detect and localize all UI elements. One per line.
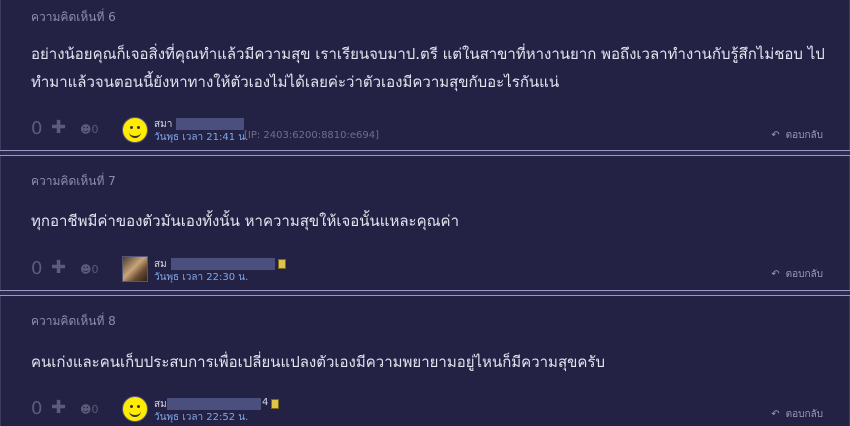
comment-footer: 0 ✚ ☻0 สมา วันพุธ เวลา 21:41 น. [IP: 240… (1, 114, 850, 146)
smiley-avatar[interactable] (122, 396, 148, 422)
username-mask (167, 398, 261, 410)
username-suffix: 4 (262, 397, 269, 408)
comment-number: ความคิดเห็นที่ 7 (31, 174, 116, 188)
post-date: วันพุธ เวลา 22:52 น. (154, 412, 249, 423)
reply-arrow-icon: ↶ (771, 130, 780, 141)
smiley-avatar[interactable] (122, 117, 148, 143)
comment-footer: 0 ✚ ☻0 สม 4 วันพุธ เวลา 22:52 น. ↶ ตอบกลั… (1, 394, 850, 426)
emotion-icon[interactable]: ☻0 (80, 403, 98, 416)
member-badge-icon (271, 399, 279, 409)
vote-count: 0 (31, 118, 43, 139)
comment-text: คนเก่งและคนเก็บประสบการเพื่อเปลี่ยนแปลงต… (31, 353, 605, 371)
emotion-icon[interactable]: ☻0 (80, 123, 98, 136)
comment-footer: 0 ✚ ☻0 สม วันพุธ เวลา 22:30 น. ↶ ตอบกลับ (1, 254, 850, 286)
comment-text: ทุกอาชีพมีค่าของตัวมันเองทั้งนั้น หาความ… (31, 212, 459, 230)
vote-count: 0 (31, 258, 43, 279)
photo-avatar[interactable] (122, 256, 148, 282)
reply-label: ตอบกลับ (785, 130, 823, 141)
reply-arrow-icon: ↶ (771, 269, 780, 280)
reply-label: ตอบกลับ (785, 269, 823, 280)
member-badge-icon (278, 259, 286, 269)
reply-button[interactable]: ↶ ตอบกลับ (771, 128, 823, 143)
emotion-count: 0 (91, 263, 99, 276)
comment-7: ความคิดเห็นที่ 7 ทุกอาชีพมีค่าของตัวมันเ… (0, 156, 850, 290)
post-date: วันพุธ เวลา 21:41 น. (154, 132, 249, 143)
plus-vote-icon[interactable]: ✚ (51, 397, 66, 418)
comment-6: ความคิดเห็นที่ 6 อย่างน้อยคุณก็เจอสิ่งที… (0, 0, 850, 152)
reply-button[interactable]: ↶ ตอบกลับ (771, 407, 823, 422)
username-mask (176, 118, 244, 130)
username-mask (171, 258, 275, 270)
plus-vote-icon[interactable]: ✚ (51, 257, 66, 278)
emotion-icon[interactable]: ☻0 (80, 263, 98, 276)
comment-text: อย่างน้อยคุณก็เจอสิ่งที่คุณทำแล้วมีความส… (31, 45, 825, 91)
comment-number: ความคิดเห็นที่ 8 (31, 314, 116, 328)
vote-count: 0 (31, 398, 43, 419)
reply-button[interactable]: ↶ ตอบกลับ (771, 267, 823, 282)
post-date: วันพุธ เวลา 22:30 น. (154, 272, 249, 283)
comment-8: ความคิดเห็นที่ 8 คนเก่งและคนเก็บประสบการ… (0, 296, 850, 426)
reply-arrow-icon: ↶ (771, 409, 780, 420)
emotion-count: 0 (91, 123, 99, 136)
plus-vote-icon[interactable]: ✚ (51, 117, 66, 138)
ip-address: [IP: 2403:6200:8810:e694] (244, 130, 380, 141)
reply-label: ตอบกลับ (785, 409, 823, 420)
comment-number: ความคิดเห็นที่ 6 (31, 10, 116, 24)
emotion-count: 0 (91, 403, 99, 416)
